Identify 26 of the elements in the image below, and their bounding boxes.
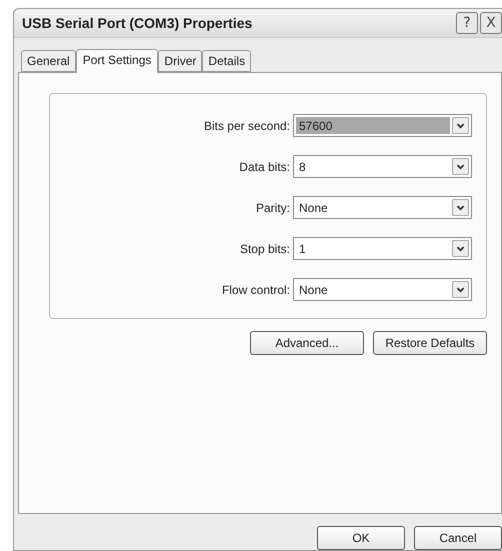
- dropdown-field[interactable]: 57600: [293, 114, 472, 138]
- dropdown-field[interactable]: 8: [293, 155, 472, 178]
- chevron-down-icon: [452, 117, 469, 134]
- dropdown-field[interactable]: None: [293, 196, 472, 220]
- dialog-button[interactable]: Cancel: [414, 526, 502, 550]
- field-label: Parity:: [256, 200, 290, 215]
- tab[interactable]: Details: [202, 50, 252, 72]
- tab[interactable]: Port Settings: [76, 49, 158, 74]
- window-title: USB Serial Port (COM3) Properties: [22, 14, 254, 31]
- field-label: Bits per second:: [204, 118, 290, 133]
- chevron-down-icon: [452, 281, 469, 298]
- tab[interactable]: Driver: [158, 50, 202, 72]
- close-button[interactable]: X: [480, 12, 502, 34]
- dropdown-field[interactable]: None: [293, 278, 472, 302]
- dropdown-field[interactable]: 1: [293, 237, 472, 260]
- panel-button[interactable]: Advanced...: [250, 331, 364, 356]
- chevron-down-icon: [452, 199, 469, 216]
- chevron-down-icon: [452, 240, 469, 258]
- chevron-down-icon: [452, 158, 469, 176]
- panel-button[interactable]: Restore Defaults: [373, 331, 487, 356]
- dialog-button[interactable]: OK: [317, 526, 405, 550]
- field-label: Data bits:: [239, 160, 290, 174]
- field-label: Flow control:: [222, 282, 290, 297]
- field-label: Stop bits:: [240, 242, 290, 256]
- tab[interactable]: General: [21, 50, 76, 72]
- help-button[interactable]: ?: [456, 12, 478, 34]
